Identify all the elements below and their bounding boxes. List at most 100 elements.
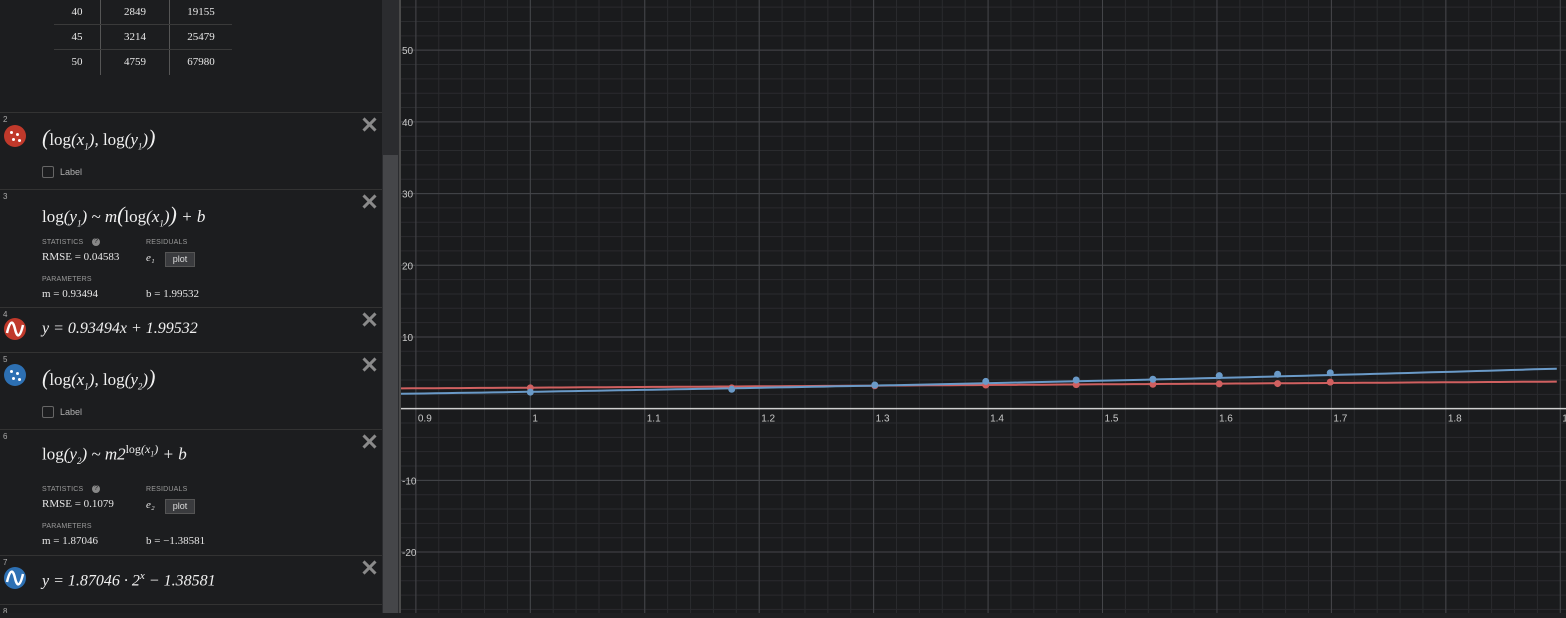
tick-labels: 0.9 1 1.1 1.2 1.3 1.4 1.5 1.6 1.7 1.8 1 10 20 30 40 50 -… xyxy=(402,46,1566,559)
expression-number: 6 xyxy=(3,432,8,441)
delete-expression-icon[interactable] xyxy=(362,357,376,371)
residuals-caption: RESIDUALS xyxy=(146,486,188,493)
data-point xyxy=(1274,380,1282,388)
expression-formula[interactable]: y = 0.93494x + 1.99532 xyxy=(42,320,198,338)
label-checkbox[interactable] xyxy=(42,166,54,178)
table-row: 50 4759 67980 xyxy=(54,50,232,74)
table-cell[interactable]: 25479 xyxy=(170,25,232,49)
point-style-icon[interactable] xyxy=(4,125,26,147)
delete-expression-icon[interactable] xyxy=(362,117,376,131)
sidebar-scroll-thumb[interactable] xyxy=(383,155,398,613)
expression-6[interactable]: 6 log(y2) ~ m2log(x1) + b STATISTICS ? R… xyxy=(0,430,382,556)
data-point xyxy=(1326,378,1334,386)
table-cell[interactable]: 4759 xyxy=(101,50,169,74)
y-tick-label: 40 xyxy=(402,118,414,129)
y-tick-label: -10 xyxy=(402,476,417,487)
data-point xyxy=(728,385,736,393)
plot-residuals-button[interactable]: plot xyxy=(165,252,195,267)
y-tick-label: 30 xyxy=(402,190,414,201)
table-cell[interactable]: 19155 xyxy=(170,0,232,24)
graph-canvas[interactable]: 0.9 1 1.1 1.2 1.3 1.4 1.5 1.6 1.7 1.8 1 10 20 30 40 50 -… xyxy=(392,0,1566,613)
expression-formula[interactable]: (log(x1), log(y2)) xyxy=(42,365,155,391)
x-tick-label: 1.3 xyxy=(876,414,890,425)
table-row: 40 2849 19155 xyxy=(54,0,232,25)
expression-8[interactable]: 8 xyxy=(0,605,382,613)
expression-formula[interactable]: (log(x1), log(y1)) xyxy=(42,125,155,151)
table-cell[interactable]: 40 xyxy=(54,0,100,24)
line-style-icon[interactable] xyxy=(4,318,26,340)
data-point xyxy=(1149,375,1157,383)
expression-number: 5 xyxy=(3,355,8,364)
residual-variable: e₁ xyxy=(146,252,155,264)
param-m: m = 1.87046 xyxy=(42,535,99,547)
residual-variable: e₂ xyxy=(146,499,155,511)
param-m: m = 0.93494 xyxy=(42,288,99,300)
expression-number: 7 xyxy=(3,558,8,567)
y-tick-label: -20 xyxy=(402,548,417,559)
y-tick-label: 20 xyxy=(402,261,414,272)
data-point xyxy=(1274,370,1282,378)
regression-formula[interactable]: log(y2) ~ m2log(x1) + b xyxy=(42,442,187,466)
line-style-icon[interactable] xyxy=(4,567,26,589)
delete-expression-icon[interactable] xyxy=(362,434,376,448)
regression-formula[interactable]: log(y1) ~ m(log(x1)) + b xyxy=(42,202,205,228)
x-tick-label: 1 xyxy=(532,414,538,425)
param-b: b = −1.38581 xyxy=(146,535,206,547)
delete-expression-icon[interactable] xyxy=(362,194,376,208)
parameters-caption: PARAMETERS xyxy=(42,276,92,283)
data-point xyxy=(1215,380,1223,388)
y-tick-label: 50 xyxy=(402,46,414,57)
x-tick-label: 1.2 xyxy=(761,414,775,425)
expression-4[interactable]: 4 y = 0.93494x + 1.99532 xyxy=(0,308,382,353)
table-cell[interactable]: 67980 xyxy=(170,50,232,74)
data-point xyxy=(1215,372,1223,380)
data-point xyxy=(1072,376,1080,384)
fit-curve xyxy=(400,367,1557,395)
delete-expression-icon[interactable] xyxy=(362,560,376,574)
expression-formula[interactable]: y = 1.87046 · 2x − 1.38581 xyxy=(42,570,216,590)
x-tick-label: 1.4 xyxy=(990,414,1004,425)
curves xyxy=(400,367,1557,395)
data-point xyxy=(871,381,879,389)
residuals-caption: RESIDUALS xyxy=(146,239,188,246)
delete-expression-icon[interactable] xyxy=(362,312,376,326)
table-row: 45 3214 25479 xyxy=(54,25,232,50)
statistics-caption: STATISTICS xyxy=(42,239,84,246)
expression-7[interactable]: 7 y = 1.87046 · 2x − 1.38581 xyxy=(0,556,382,605)
rmse-value: RMSE = 0.1079 xyxy=(42,498,114,510)
expression-list: 40 2849 19155 45 3214 25479 50 4759 6798… xyxy=(0,0,382,613)
expression-5[interactable]: 5 (log(x1), log(y2)) Label xyxy=(0,353,382,430)
table-cell[interactable]: 2849 xyxy=(101,0,169,24)
x-tick-label: 1.1 xyxy=(647,414,661,425)
x-tick-label: 1.7 xyxy=(1333,414,1347,425)
label-checkbox[interactable] xyxy=(42,406,54,418)
data-point xyxy=(526,388,534,396)
minor-gridlines xyxy=(392,0,1566,613)
help-icon[interactable]: ? xyxy=(92,238,100,246)
statistics-caption: STATISTICS xyxy=(42,486,84,493)
expression-3[interactable]: 3 log(y1) ~ m(log(x1)) + b STATISTICS ? … xyxy=(0,190,382,308)
parameters-caption: PARAMETERS xyxy=(42,523,92,530)
expression-number: 2 xyxy=(3,115,8,124)
help-icon[interactable]: ? xyxy=(92,485,100,493)
point-style-icon[interactable] xyxy=(4,364,26,386)
graph-paper[interactable]: 0.9 1 1.1 1.2 1.3 1.4 1.5 1.6 1.7 1.8 1 10 20 30 40 50 -… xyxy=(392,0,1566,613)
rmse-value: RMSE = 0.04583 xyxy=(42,251,120,263)
param-b: b = 1.99532 xyxy=(146,288,199,300)
x-tick-label: 1 xyxy=(1562,414,1566,425)
x-tick-label: 1.8 xyxy=(1448,414,1462,425)
data-table: 40 2849 19155 45 3214 25479 50 4759 6798… xyxy=(0,0,382,113)
x-tick-label: 0.9 xyxy=(418,414,432,425)
points xyxy=(526,369,1334,396)
data-point xyxy=(982,377,990,385)
table-cell[interactable]: 45 xyxy=(54,25,100,49)
expression-2[interactable]: 2 (log(x1), log(y1)) Label xyxy=(0,113,382,190)
data-point xyxy=(1326,369,1334,377)
x-tick-label: 1.6 xyxy=(1219,414,1233,425)
plot-residuals-button[interactable]: plot xyxy=(165,499,195,514)
label-checkbox-text: Label xyxy=(60,407,83,417)
table-cell[interactable]: 3214 xyxy=(101,25,169,49)
expression-number: 8 xyxy=(3,607,8,613)
expression-number: 3 xyxy=(3,192,8,201)
table-cell[interactable]: 50 xyxy=(54,50,100,74)
